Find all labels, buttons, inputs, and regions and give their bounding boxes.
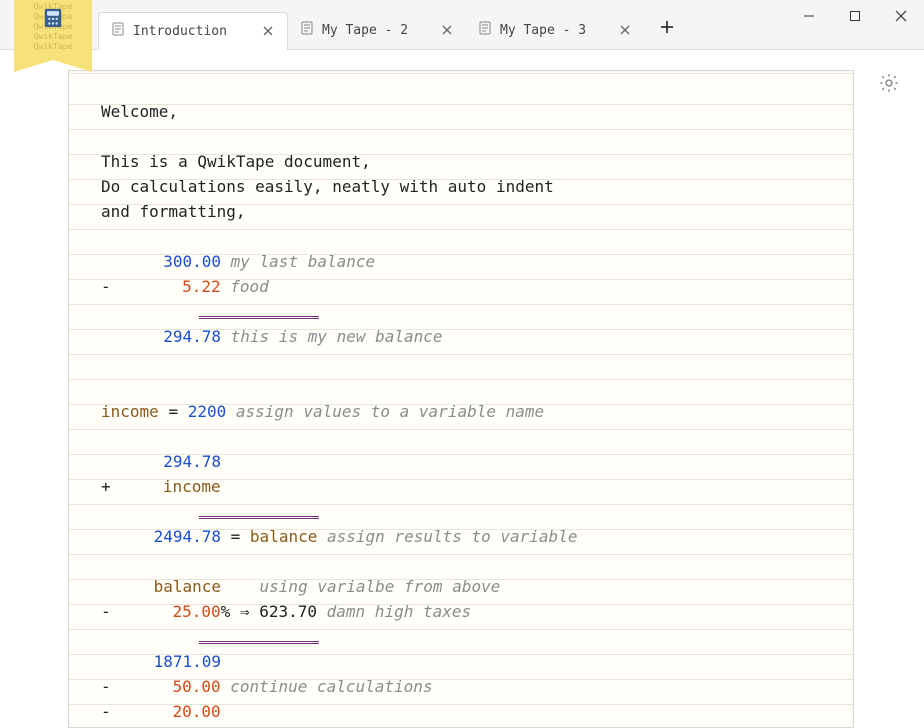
tab-label: My Tape - 2	[322, 23, 412, 38]
result-divider	[199, 299, 319, 319]
minimize-button[interactable]	[786, 0, 832, 32]
text-line: Do calculations easily, neatly with auto…	[101, 177, 554, 196]
maximize-button[interactable]	[832, 0, 878, 32]
tab-label: My Tape - 3	[500, 23, 590, 38]
inline-comment: assign values to a variable name	[236, 402, 544, 421]
result-divider	[199, 499, 319, 519]
variable: income	[163, 477, 221, 496]
inline-comment: continue calculations	[230, 677, 432, 696]
tab-close-icon[interactable]	[259, 22, 277, 40]
inline-comment: this is my new balance	[231, 327, 443, 346]
inline-comment: assign results to variable	[327, 527, 577, 546]
window-controls	[786, 0, 924, 32]
text-line: and formatting,	[101, 202, 246, 221]
new-tab-button[interactable]	[650, 10, 684, 44]
variable: income	[101, 402, 159, 421]
variable: balance	[250, 527, 317, 546]
inline-comment: food	[230, 277, 269, 296]
number: 25.00	[172, 602, 220, 621]
inline-comment: using varialbe from above	[260, 577, 501, 596]
close-button[interactable]	[878, 0, 924, 32]
number: 300.00	[163, 252, 221, 271]
number: 50.00	[172, 677, 220, 696]
inline-comment: my last balance	[231, 252, 376, 271]
document-icon	[111, 22, 125, 40]
equals: =	[168, 402, 178, 421]
operator: -	[101, 277, 111, 296]
arrow-icon: ⇒	[240, 602, 250, 621]
operator: -	[101, 702, 111, 721]
tab-close-icon[interactable]	[438, 21, 456, 39]
result-number: 1871.09	[154, 652, 221, 671]
result-number: 294.78	[163, 327, 221, 346]
document-icon	[300, 21, 314, 39]
tabs: Introduction My Tape - 2 My Tape - 3	[98, 6, 684, 49]
operator: +	[101, 477, 111, 496]
variable: balance	[154, 577, 221, 596]
number: 20.00	[172, 702, 220, 721]
inline-comment: damn high taxes	[327, 602, 472, 621]
tab-my-tape-3[interactable]: My Tape - 3	[466, 11, 644, 49]
text-line: Welcome,	[101, 102, 178, 121]
number: 294.78	[163, 452, 221, 471]
tab-introduction[interactable]: Introduction	[98, 12, 288, 50]
operator: -	[101, 677, 111, 696]
content-wrapper: Welcome, This is a QwikTape document, Do…	[0, 50, 924, 728]
operator: -	[101, 602, 111, 621]
calculator-icon	[41, 6, 65, 30]
logo-ribbon: QwikTape QwikTape QwikTape QwikTape Qwik…	[14, 0, 92, 60]
number: 2200	[188, 402, 227, 421]
result-number: 2494.78	[154, 527, 221, 546]
result-divider	[199, 624, 319, 644]
editor-paper[interactable]: Welcome, This is a QwikTape document, Do…	[68, 70, 854, 728]
equals: =	[231, 527, 241, 546]
percent-sign: %	[221, 602, 231, 621]
tab-close-icon[interactable]	[616, 21, 634, 39]
gear-icon[interactable]	[878, 72, 900, 94]
number: 5.22	[182, 277, 221, 296]
computed-value: 623.70	[259, 602, 317, 621]
document-icon	[478, 21, 492, 39]
tab-label: Introduction	[133, 24, 233, 39]
text-line: This is a QwikTape document,	[101, 152, 371, 171]
tab-my-tape-2[interactable]: My Tape - 2	[288, 11, 466, 49]
